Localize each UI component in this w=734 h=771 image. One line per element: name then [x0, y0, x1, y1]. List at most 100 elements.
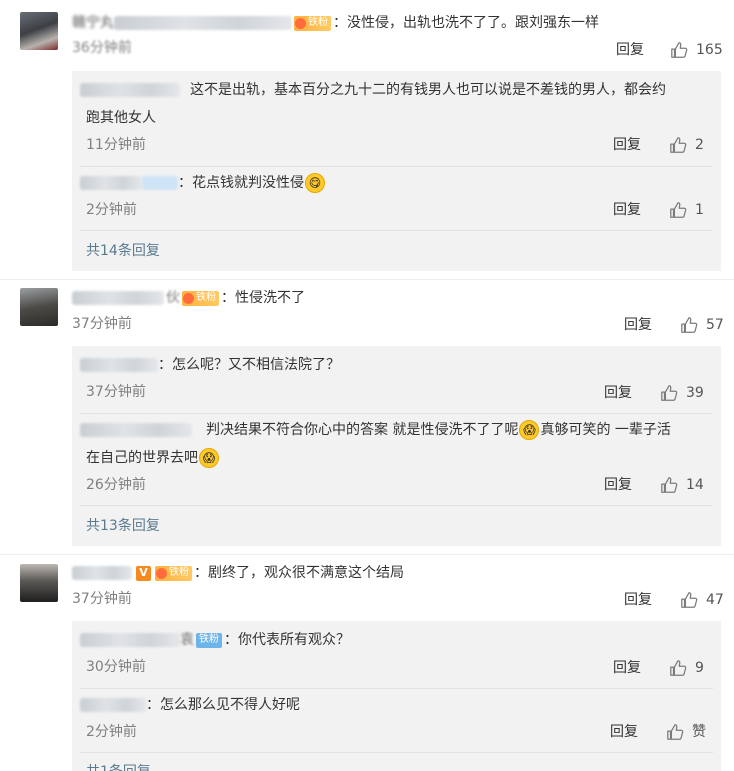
divider [80, 166, 713, 167]
more-replies-link[interactable]: 共14条回复 [86, 241, 160, 261]
reply-time: 11分钟前 [86, 137, 146, 153]
thumbs-up-icon [667, 724, 684, 740]
username-suffix[interactable]: 伙 [166, 287, 180, 309]
comment-3-line: V 铁粉 ：剧终了，观众很不满意这个结局 [72, 562, 404, 584]
reply-username-blue[interactable] [142, 176, 178, 190]
divider [80, 752, 713, 753]
reply-text-b: 真够可笑的 一辈子活 [540, 422, 671, 438]
reply-button[interactable]: 回复 [604, 475, 632, 495]
reply-line: 判决结果不符合你心中的答案 就是性侵洗不了了呢 😱 真够可笑的 一辈子活 [80, 419, 671, 441]
v-badge-icon[interactable]: V [136, 565, 151, 581]
reply-button[interactable]: 回复 [613, 658, 641, 678]
reply-button[interactable]: 回复 [624, 315, 652, 335]
comment-text: ：性侵洗不了 [221, 290, 305, 306]
reply-text: ：花点钱就判没性侵 [178, 175, 304, 191]
like-count: 165 [696, 42, 723, 58]
reply-line: ：怎么那么见不得人好呢 [80, 694, 300, 716]
reply-text: ：怎么呢？又不相信法院了？ [158, 357, 340, 373]
like-count: 赞 [692, 724, 706, 740]
divider [80, 413, 713, 414]
heart-badge-icon [156, 567, 167, 579]
reply-button[interactable]: 回复 [613, 135, 641, 155]
username-prefix[interactable]: 赣宁丸 [72, 12, 114, 34]
reply-username[interactable] [80, 83, 180, 97]
avatar[interactable] [20, 564, 58, 602]
reply-button[interactable]: 回复 [616, 40, 644, 60]
comment-separator [0, 279, 734, 280]
reply-line: ：花点钱就判没性侵 😋 [80, 172, 326, 194]
heart-badge-icon [183, 292, 194, 304]
username-blurred[interactable] [72, 291, 164, 305]
avatar[interactable] [20, 12, 58, 50]
username-blurred[interactable] [72, 566, 132, 580]
reply-time: 30分钟前 [86, 659, 146, 675]
like-button[interactable]: 57 [680, 315, 724, 335]
reply-username[interactable] [80, 423, 192, 437]
reply-time: 2分钟前 [86, 724, 137, 740]
thumbs-up-icon [661, 477, 678, 493]
thumbs-up-icon [670, 202, 687, 218]
like-button[interactable]: 2 [669, 135, 704, 155]
like-button[interactable]: 39 [660, 383, 704, 403]
reply-line: ：怎么呢？又不相信法院了？ [80, 354, 340, 376]
divider [80, 505, 713, 506]
reply-text: ：怎么那么见不得人好呢 [146, 697, 300, 713]
scream-face-icon: 😱 [199, 448, 219, 468]
like-count: 57 [706, 317, 724, 333]
like-count: 47 [706, 592, 724, 608]
thumbs-up-icon [661, 385, 678, 401]
reply-button[interactable]: 回复 [613, 200, 641, 220]
comment-2-line: 伙 铁粉 ：性侵洗不了 [72, 287, 305, 309]
thumbs-up-icon [671, 42, 688, 58]
comment-time: 36分钟前 [72, 40, 132, 56]
like-count: 9 [695, 660, 704, 676]
fan-badge[interactable]: 铁粉 [294, 15, 331, 31]
like-button[interactable]: 1 [669, 200, 704, 220]
like-button[interactable]: 47 [680, 590, 724, 610]
reply-time: 2分钟前 [86, 202, 137, 218]
reply-line: 这不是出轨，基本百分之九十二的有钱男人也可以说是不差钱的男人，都会约 [80, 79, 666, 101]
thumbs-up-icon [670, 137, 687, 153]
comment-time: 37分钟前 [72, 316, 132, 332]
thumbs-up-icon [670, 660, 687, 676]
comment-text: ：剧终了，观众很不满意这个结局 [194, 565, 404, 581]
reply-button[interactable]: 回复 [604, 383, 632, 403]
fan-badge[interactable]: 铁粉 [196, 632, 222, 648]
reply-username[interactable] [80, 176, 142, 190]
thumbs-up-icon [681, 317, 698, 333]
like-button[interactable]: 165 [670, 40, 723, 60]
like-button[interactable]: 赞 [666, 722, 706, 742]
scream-face-icon: 😱 [519, 420, 540, 440]
like-button[interactable]: 9 [669, 658, 704, 678]
drooling-face-icon: 😋 [305, 173, 325, 193]
comment-time: 37分钟前 [72, 591, 132, 607]
reply-username[interactable] [80, 698, 146, 712]
reply-username[interactable] [80, 633, 180, 647]
reply-text: 这不是出轨，基本百分之九十二的有钱男人也可以说是不差钱的男人，都会约 [190, 82, 666, 98]
divider [80, 230, 713, 231]
username-blurred[interactable] [114, 16, 292, 30]
like-button[interactable]: 14 [660, 475, 704, 495]
reply-line-cont: 在自己的世界去吧 😱 [86, 447, 220, 469]
replies-panel: 袁 铁粉 ：你代表所有观众？ 30分钟前 回复 9 ：怎么那么见不得人好呢 2分… [72, 621, 721, 771]
reply-line-cont: 跑其他女人 [86, 110, 156, 126]
reply-text: ：你代表所有观众？ [224, 632, 350, 648]
fan-badge[interactable]: 铁粉 [182, 290, 219, 306]
divider [80, 688, 713, 689]
fan-badge[interactable]: 铁粉 [155, 565, 192, 581]
like-count: 1 [695, 202, 704, 218]
reply-line: 袁 铁粉 ：你代表所有观众？ [80, 629, 350, 651]
reply-button[interactable]: 回复 [610, 722, 638, 742]
heart-badge-icon [295, 17, 306, 29]
reply-text: 判决结果不符合你心中的答案 就是性侵洗不了了呢 [206, 422, 519, 438]
more-replies-link[interactable]: 共1条回复 [86, 762, 151, 771]
more-replies-link[interactable]: 共13条回复 [86, 516, 160, 536]
reply-button[interactable]: 回复 [624, 590, 652, 610]
reply-username[interactable] [80, 358, 158, 372]
avatar[interactable] [20, 288, 58, 326]
reply-username-suffix[interactable]: 袁 [180, 629, 194, 651]
comment-text: ：没性侵，出轨也洗不了了。跟刘强东一样 [333, 15, 599, 31]
replies-panel: ：怎么呢？又不相信法院了？ 37分钟前 回复 39 判决结果不符合你心中的答案 … [72, 346, 721, 546]
reply-time: 37分钟前 [86, 384, 146, 400]
username[interactable]: 赣宁丸 [72, 12, 292, 34]
